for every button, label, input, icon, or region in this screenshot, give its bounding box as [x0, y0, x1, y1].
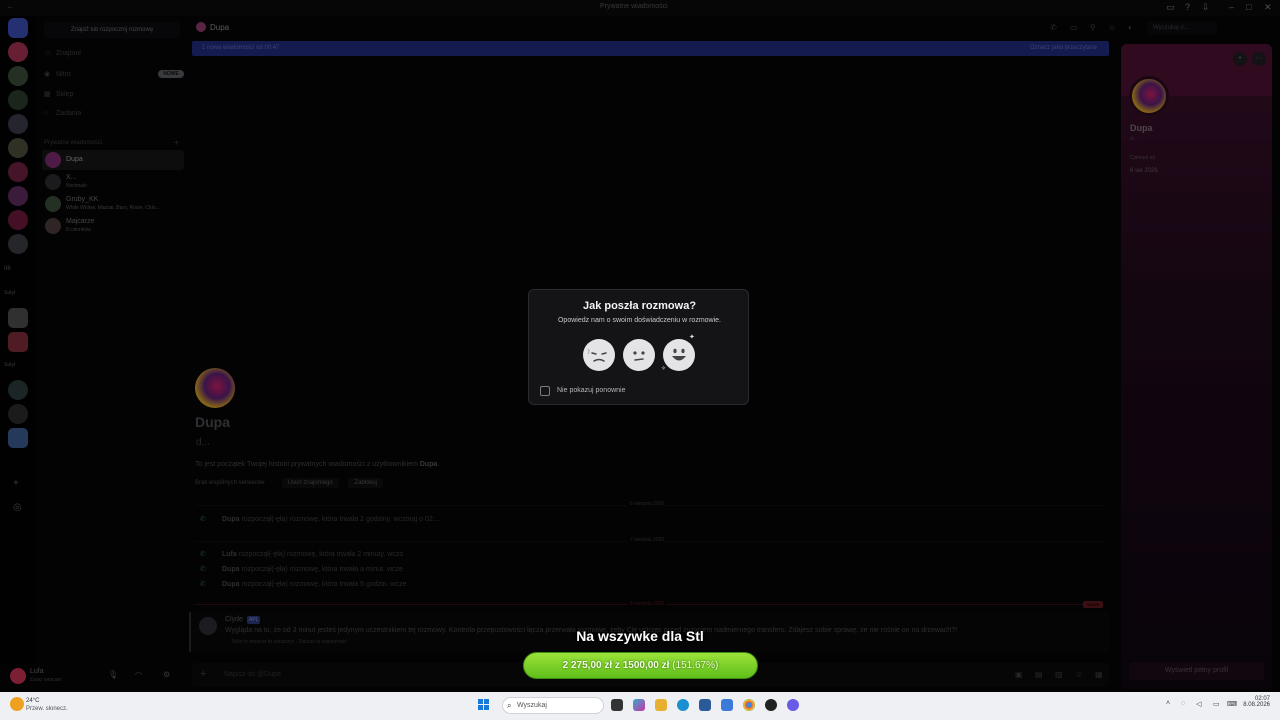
- clock-date: 8.08.2026: [1243, 702, 1270, 708]
- store-icon[interactable]: [699, 699, 711, 711]
- chevron-up-icon[interactable]: ˄: [1166, 700, 1170, 707]
- file-explorer-icon[interactable]: [655, 699, 667, 711]
- taskbar-search-placeholder: Wyszukaj: [517, 702, 547, 709]
- goal-progress-bar: 2 275,00 zł z 1500,00 zł (151.67%): [523, 652, 758, 679]
- happy-face-button[interactable]: ✦ ✧: [661, 334, 695, 372]
- mail-icon[interactable]: [721, 699, 733, 711]
- goal-current: 2 275,00 zł: [562, 660, 613, 671]
- happy-face-icon: [672, 348, 686, 361]
- goal-separator: z: [614, 660, 620, 671]
- weather-icon[interactable]: [10, 697, 24, 711]
- temperature: 24°C: [26, 698, 40, 704]
- neutral-face-button[interactable]: [623, 339, 655, 371]
- sad-face-icon: [587, 348, 607, 362]
- volume-icon[interactable]: ◁: [1196, 700, 1201, 708]
- search-icon: ⌕: [507, 701, 512, 710]
- goal-percent: (151.67%): [672, 660, 719, 671]
- chrome-icon[interactable]: [743, 699, 755, 711]
- modal-description: Opowiedz nam o swoim doświadczeniu w roz…: [557, 317, 721, 324]
- sparkle-icon: ✧: [661, 366, 667, 372]
- edge-icon[interactable]: [677, 699, 689, 711]
- taskbar: 24°C Przew. słonecz. ⌕ Wyszukaj ˄ ◌ ◁ ▭ ⌨…: [0, 692, 1280, 720]
- start-button[interactable]: [478, 699, 490, 711]
- goal-title: Na wszywke dla Stl: [576, 628, 704, 644]
- battery-icon[interactable]: ▭: [1213, 700, 1220, 708]
- sparkle-icon: ✦: [689, 334, 695, 341]
- dont-show-again-label[interactable]: Nie pokazuj ponownie: [557, 387, 626, 394]
- language-icon[interactable]: ⌨: [1227, 700, 1237, 708]
- discord-icon[interactable]: [787, 699, 799, 711]
- weather-text: Przew. słonecz.: [26, 706, 68, 712]
- task-view-icon[interactable]: [611, 699, 623, 711]
- call-feedback-modal: Jak poszła rozmowa? Opowiedz nam o swoim…: [528, 289, 749, 405]
- copilot-icon[interactable]: [633, 699, 645, 711]
- taskbar-search[interactable]: ⌕ Wyszukaj: [502, 697, 604, 714]
- neutral-face-icon: [633, 351, 645, 361]
- obs-icon[interactable]: [765, 699, 777, 711]
- goal-target: 1500,00 zł: [622, 660, 670, 671]
- dont-show-again-checkbox[interactable]: [540, 386, 550, 396]
- modal-title: Jak poszła rozmowa?: [582, 300, 697, 312]
- network-icon[interactable]: ◌: [1181, 700, 1185, 707]
- sad-face-button[interactable]: [583, 339, 615, 371]
- clock[interactable]: 02:07 8.08.2026: [1240, 696, 1270, 708]
